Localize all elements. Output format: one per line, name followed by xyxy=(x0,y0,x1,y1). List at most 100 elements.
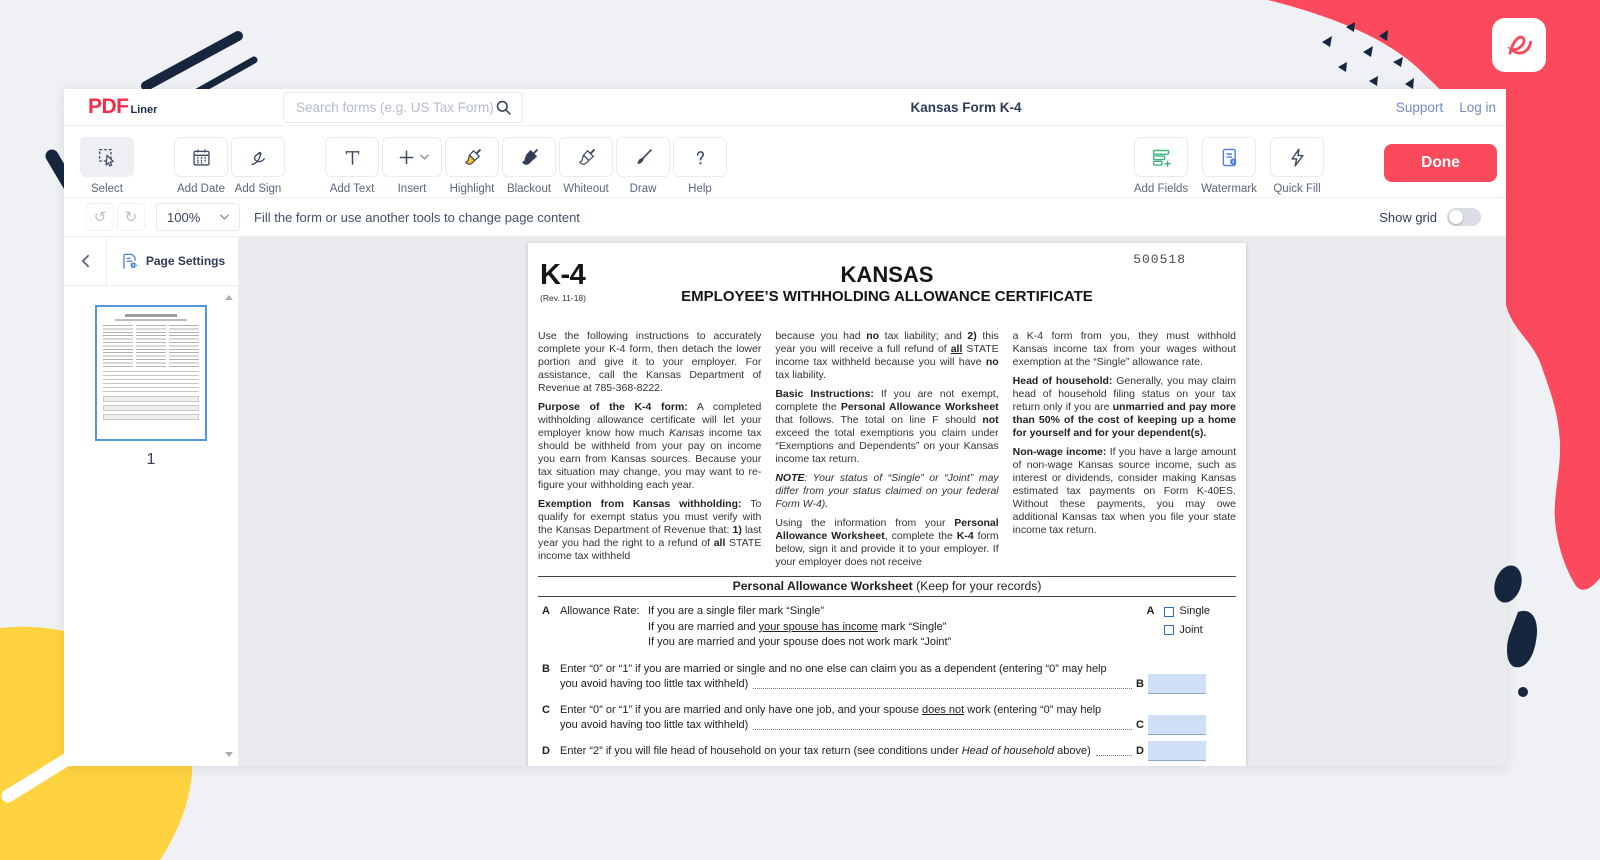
header-links: Support Log in xyxy=(1396,100,1496,115)
tool-label: Blackout xyxy=(507,183,551,195)
checkbox-square[interactable] xyxy=(1164,625,1174,635)
tool-add-fields-button[interactable]: Add Fields xyxy=(1134,137,1188,195)
page-settings-tab[interactable]: Page Settings xyxy=(106,237,238,285)
show-grid-toggle[interactable] xyxy=(1447,208,1481,226)
toolbar-left-group: Select Add Date Add Sign Add Text InsertHigh… xyxy=(80,137,730,195)
form-subtitle: EMPLOYEE’S WITHHOLDING ALLOWANCE CERTIFI… xyxy=(528,287,1246,307)
zoom-select[interactable]: 100% xyxy=(156,203,240,231)
row-letter: D xyxy=(542,744,560,759)
redo-icon: ↻ xyxy=(125,208,138,226)
instruction-paragraph: Exemption from Kansas withholding: To qu… xyxy=(538,498,761,563)
row-end-letter: D xyxy=(1136,744,1144,759)
collapse-sidebar-button[interactable] xyxy=(64,237,106,285)
thumb-subtitle-line xyxy=(115,319,187,321)
tool-icon-box xyxy=(1134,137,1188,177)
search-input[interactable] xyxy=(284,100,494,115)
tool-label: Quick Fill xyxy=(1273,183,1320,195)
checkbox-joint[interactable]: Joint xyxy=(1164,623,1210,639)
tool-icon-box xyxy=(1202,137,1256,177)
row-a-line: AAllowance Rate:If you are a single file… xyxy=(542,604,1236,620)
instruction-paragraph: a K-4 form from you, they must withhold … xyxy=(1013,330,1236,369)
tool-add-date-button[interactable]: Add Date xyxy=(174,137,228,195)
tool-icon-box xyxy=(502,137,556,177)
instruction-columns: Use the following instructions to accura… xyxy=(528,321,1246,575)
toggle-knob xyxy=(1449,210,1463,224)
dotted-leader xyxy=(753,729,1132,730)
tool-label: Add Text xyxy=(330,183,375,195)
tool-icon-box xyxy=(1270,137,1324,177)
tool-add-sign-button[interactable]: Add Sign xyxy=(231,137,285,195)
form-revision: (Rev. 11-18) xyxy=(540,293,586,303)
thumb-title-line xyxy=(125,314,178,317)
instruction-paragraph: Purpose of the K-4 form: A completed wit… xyxy=(538,401,761,492)
tool-icon-box xyxy=(559,137,613,177)
question-icon xyxy=(690,147,711,168)
draw-brush-icon xyxy=(633,147,654,168)
main-toolbar: Select Add Date Add Sign Add Text InsertHigh… xyxy=(64,126,1506,198)
tool-icon-box xyxy=(174,137,228,177)
tool-select-button[interactable]: Select xyxy=(80,137,134,195)
form-state-title: KANSAS xyxy=(528,263,1246,287)
tool-add-text-button[interactable]: Add Text xyxy=(325,137,379,195)
app-header: PDF Liner Kansas Form K-4 Support Log in xyxy=(64,89,1506,126)
row-end-letter: C xyxy=(1136,718,1144,733)
tool-icon-box xyxy=(382,137,442,177)
login-link[interactable]: Log in xyxy=(1459,100,1496,115)
tool-insert-button[interactable]: Insert xyxy=(382,137,442,195)
scroll-up-arrow[interactable] xyxy=(225,295,233,300)
checkbox-label: Single xyxy=(1179,604,1210,620)
document-canvas: 500518 K-4 (Rev. 11-18) KANSAS EMPLOYEE’… xyxy=(238,237,1506,766)
worksheet-row-a: A SingleJoint AAllowance Rate:If you are… xyxy=(538,597,1236,651)
search-icon[interactable] xyxy=(494,98,513,117)
redo-button[interactable]: ↻ xyxy=(117,203,145,231)
tool-watermark-button[interactable]: Watermark xyxy=(1202,137,1256,195)
undo-button[interactable]: ↺ xyxy=(86,203,114,231)
tool-icon-box xyxy=(325,137,379,177)
pdfliner-logo[interactable]: PDF Liner xyxy=(88,95,157,119)
tool-quick-fill-button[interactable]: Quick Fill xyxy=(1270,137,1324,195)
done-button[interactable]: Done xyxy=(1384,144,1497,182)
pdf-badge-icon xyxy=(1492,18,1546,72)
checkbox-single[interactable]: Single xyxy=(1164,604,1210,620)
tool-whiteout-button[interactable]: Whiteout xyxy=(559,137,613,195)
worksheet-row-d: DEnter “2” if you will file head of hous… xyxy=(538,744,1236,759)
scroll-down-arrow[interactable] xyxy=(225,752,233,757)
entry-field-d[interactable] xyxy=(1148,741,1206,761)
row-text-line: Enter “0” or “1” if you are married and … xyxy=(560,703,1144,718)
show-grid-group: Show grid xyxy=(1379,208,1481,226)
tool-label: Whiteout xyxy=(563,183,608,195)
entry-field-c[interactable] xyxy=(1148,715,1206,735)
tool-help-button[interactable]: Help xyxy=(673,137,727,195)
thumb-field-row xyxy=(103,414,199,420)
instruction-paragraph: Basic Instructions: If you are not exemp… xyxy=(775,388,998,466)
sub-toolbar: ↺ ↻ 100% Fill the form or use another to… xyxy=(64,198,1506,237)
tool-label: Add Date xyxy=(177,183,225,195)
support-link[interactable]: Support xyxy=(1396,100,1443,115)
row-text-line: Enter “0” or “1” if you are married or s… xyxy=(560,662,1144,677)
logo-text-liner: Liner xyxy=(131,104,158,116)
tool-highlight-button[interactable]: Highlight xyxy=(445,137,499,195)
pdf-page[interactable]: 500518 K-4 (Rev. 11-18) KANSAS EMPLOYEE’… xyxy=(528,243,1246,766)
instruction-paragraph: Use the following instructions to accura… xyxy=(538,330,761,395)
row-a-answer-block: A SingleJoint xyxy=(1146,604,1210,638)
undo-icon: ↺ xyxy=(94,208,107,226)
tool-icon-box xyxy=(673,137,727,177)
tool-blackout-button[interactable]: Blackout xyxy=(502,137,556,195)
tool-icon-box xyxy=(231,137,285,177)
add-fields-icon xyxy=(1151,147,1172,168)
tool-draw-button[interactable]: Draw xyxy=(616,137,670,195)
entry-field-b[interactable] xyxy=(1148,674,1206,694)
tool-label: Add Sign xyxy=(235,183,282,195)
instruction-paragraph: Head of household: Generally, you may cl… xyxy=(1013,375,1236,440)
page-settings-icon xyxy=(120,252,139,271)
page-thumbnail[interactable] xyxy=(95,305,207,441)
thumb-field-row xyxy=(103,405,199,411)
plus-icon xyxy=(396,147,417,168)
app-body: Page Settings 1 xyxy=(64,237,1506,766)
form-code: K-4 xyxy=(540,259,585,292)
tool-icon-box xyxy=(80,137,134,177)
instruction-paragraph: Using the information from your Personal… xyxy=(775,517,998,569)
chevron-down-icon xyxy=(420,154,429,160)
checkbox-square[interactable] xyxy=(1164,607,1174,617)
row-a-line: If you are married and your spouse does … xyxy=(542,635,1236,651)
